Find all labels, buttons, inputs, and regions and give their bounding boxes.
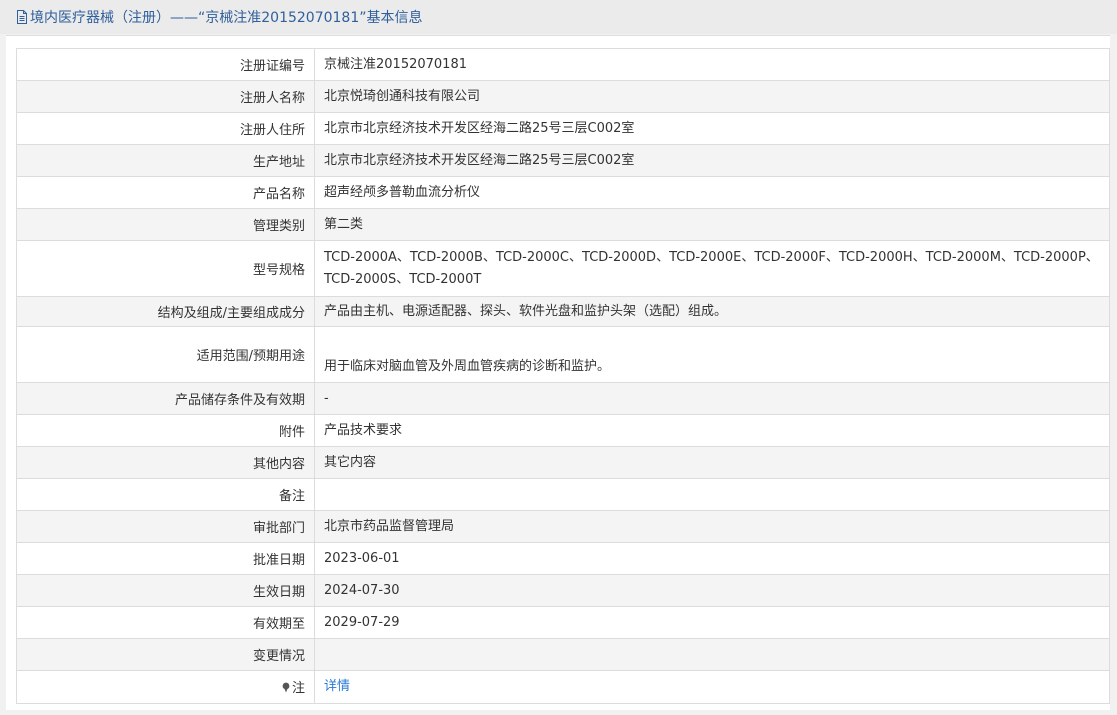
row-value: 京械注准20152070181 bbox=[314, 48, 1110, 81]
row-approval-department: 审批部门 北京市药品监督管理局 bbox=[16, 510, 1110, 543]
row-value bbox=[314, 638, 1110, 671]
row-remarks: 备注 bbox=[16, 478, 1110, 511]
row-effective-date: 生效日期 2024-07-30 bbox=[16, 574, 1110, 607]
row-value: 产品由主机、电源适配器、探头、软件光盘和监护头架（选配）组成。 bbox=[314, 296, 1110, 327]
row-management-class: 管理类别 第二类 bbox=[16, 208, 1110, 241]
row-label: 附件 bbox=[16, 414, 315, 447]
page-title: 境内医疗器械（注册）——“京械注准20152070181”基本信息 bbox=[30, 10, 423, 26]
row-model-spec: 型号规格 TCD-2000A、TCD-2000B、TCD-2000C、TCD-2… bbox=[16, 240, 1110, 297]
row-label: 变更情况 bbox=[16, 638, 315, 671]
row-value: - bbox=[314, 382, 1110, 415]
row-label: 备注 bbox=[16, 478, 315, 511]
row-value: 第二类 bbox=[314, 208, 1110, 241]
row-label-note: 注 bbox=[16, 670, 315, 704]
details-link[interactable]: 详情 bbox=[324, 679, 350, 694]
row-value: 产品技术要求 bbox=[314, 414, 1110, 447]
row-storage-validity: 产品储存条件及有效期 - bbox=[16, 382, 1110, 415]
row-valid-until: 有效期至 2029-07-29 bbox=[16, 606, 1110, 639]
row-note: 注 详情 bbox=[16, 670, 1110, 704]
row-value: 超声经颅多普勒血流分析仪 bbox=[314, 176, 1110, 209]
row-value: 详情 bbox=[314, 670, 1110, 704]
info-panel: 注册证编号 京械注准20152070181 注册人名称 北京悦琦创通科技有限公司… bbox=[6, 35, 1110, 710]
row-label: 注册证编号 bbox=[16, 48, 315, 81]
row-production-address: 生产地址 北京市北京经济技术开发区经海二路25号三层C002室 bbox=[16, 144, 1110, 177]
row-product-name: 产品名称 超声经颅多普勒血流分析仪 bbox=[16, 176, 1110, 209]
row-value: 2024-07-30 bbox=[314, 574, 1110, 607]
document-icon bbox=[16, 10, 28, 24]
row-value: 用于临床对脑血管及外周血管疾病的诊断和监护。 bbox=[314, 326, 1110, 383]
row-label: 其他内容 bbox=[16, 446, 315, 479]
pin-icon bbox=[281, 682, 291, 697]
row-registration-number: 注册证编号 京械注准20152070181 bbox=[16, 48, 1110, 81]
info-table: 注册证编号 京械注准20152070181 注册人名称 北京悦琦创通科技有限公司… bbox=[16, 48, 1110, 704]
row-other-content: 其他内容 其它内容 bbox=[16, 446, 1110, 479]
row-value: 2029-07-29 bbox=[314, 606, 1110, 639]
page-header: 境内医疗器械（注册）——“京械注准20152070181”基本信息 bbox=[0, 0, 1117, 34]
row-label: 有效期至 bbox=[16, 606, 315, 639]
row-approval-date: 批准日期 2023-06-01 bbox=[16, 542, 1110, 575]
row-label: 注册人住所 bbox=[16, 112, 315, 145]
row-value: 北京市北京经济技术开发区经海二路25号三层C002室 bbox=[314, 112, 1110, 145]
row-structure-composition: 结构及组成/主要组成成分 产品由主机、电源适配器、探头、软件光盘和监护头架（选配… bbox=[16, 296, 1110, 327]
row-label: 生效日期 bbox=[16, 574, 315, 607]
row-label: 注册人名称 bbox=[16, 80, 315, 113]
row-value: 北京市药品监督管理局 bbox=[314, 510, 1110, 543]
row-label: 生产地址 bbox=[16, 144, 315, 177]
row-label: 审批部门 bbox=[16, 510, 315, 543]
row-label: 结构及组成/主要组成成分 bbox=[16, 296, 315, 327]
row-value: 2023-06-01 bbox=[314, 542, 1110, 575]
row-registrant-name: 注册人名称 北京悦琦创通科技有限公司 bbox=[16, 80, 1110, 113]
row-intended-use: 适用范围/预期用途 用于临床对脑血管及外周血管疾病的诊断和监护。 bbox=[16, 326, 1110, 383]
row-label: 产品名称 bbox=[16, 176, 315, 209]
row-value: 北京市北京经济技术开发区经海二路25号三层C002室 bbox=[314, 144, 1110, 177]
row-value: TCD-2000A、TCD-2000B、TCD-2000C、TCD-2000D、… bbox=[314, 240, 1110, 297]
row-label: 注 bbox=[291, 681, 305, 696]
row-label: 型号规格 bbox=[16, 240, 315, 297]
row-value bbox=[314, 478, 1110, 511]
row-value: 其它内容 bbox=[314, 446, 1110, 479]
row-registrant-address: 注册人住所 北京市北京经济技术开发区经海二路25号三层C002室 bbox=[16, 112, 1110, 145]
row-value: 北京悦琦创通科技有限公司 bbox=[314, 80, 1110, 113]
row-label: 批准日期 bbox=[16, 542, 315, 575]
row-label: 适用范围/预期用途 bbox=[16, 326, 315, 383]
row-label: 管理类别 bbox=[16, 208, 315, 241]
row-change-status: 变更情况 bbox=[16, 638, 1110, 671]
row-label: 产品储存条件及有效期 bbox=[16, 382, 315, 415]
row-attachment: 附件 产品技术要求 bbox=[16, 414, 1110, 447]
